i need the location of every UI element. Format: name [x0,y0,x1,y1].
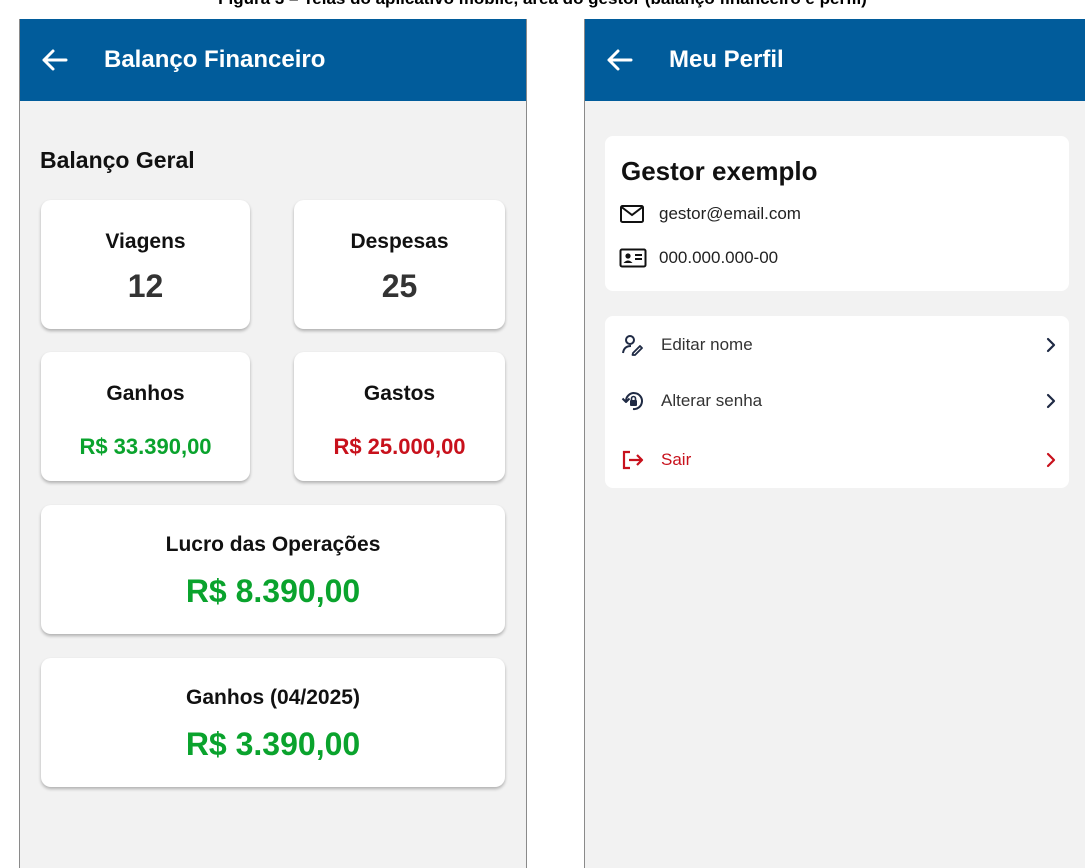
profit-label: Lucro das Operações [165,533,381,556]
email-row: gestor@email.com [619,204,801,224]
expenses-count: 25 [381,268,418,304]
lock-reset-icon [615,389,651,413]
screen-title: Meu Perfil [669,46,784,73]
spending-value: R$ 25.000,00 [333,434,466,459]
profile-screen: Meu Perfil Gestor exemplo gestor@email.c… [584,19,1085,868]
balance-screen: Balanço Financeiro Balanço Geral Viagens… [19,19,527,868]
back-button[interactable] [20,19,80,101]
monthly-earnings-card: Ganhos (04/2025) R$ 3.390,00 [41,658,505,787]
profile-cpf: 000.000.000-00 [659,248,779,267]
profile-menu: Editar nome Alterar senha Sair [605,316,1069,488]
section-title: Balanço Geral [40,147,195,173]
menu-item-label: Editar nome [661,335,753,354]
profit-value: R$ 8.390,00 [185,573,361,609]
earnings-label: Ganhos [106,382,185,405]
cpf-row: 000.000.000-00 [619,248,778,268]
menu-item-change-password[interactable]: Alterar senha [615,381,1061,421]
monthly-earnings-value: R$ 3.390,00 [185,726,361,762]
expenses-card: Despesas 25 [294,200,505,329]
profile-name: Gestor exemplo [621,156,818,186]
id-card-icon [619,248,649,268]
trips-label: Viagens [105,230,186,253]
profit-card: Lucro das Operações R$ 8.390,00 [41,505,505,634]
menu-item-logout[interactable]: Sair [615,440,1061,480]
arrow-left-icon [607,49,633,71]
logout-icon [615,449,651,471]
spending-card: Gastos R$ 25.000,00 [294,352,505,481]
menu-item-edit-name[interactable]: Editar nome [615,325,1061,365]
user-edit-icon [615,334,651,356]
earnings-value: R$ 33.390,00 [79,434,212,459]
chevron-right-icon [1041,337,1061,353]
arrow-left-icon [42,49,68,71]
spending-label: Gastos [363,382,436,405]
menu-item-label: Alterar senha [661,391,763,410]
trips-count: 12 [127,268,164,304]
profile-email: gestor@email.com [659,204,801,223]
menu-item-label: Sair [661,450,692,469]
profile-card: Gestor exemplo gestor@email.com 000.000.… [605,136,1069,291]
chevron-right-icon [1041,452,1061,468]
expenses-label: Despesas [350,230,449,253]
figure-caption: Figura 3 – Telas do aplicativo mobile, á… [0,0,1085,9]
app-bar: Meu Perfil [585,19,1085,101]
trips-card: Viagens 12 [41,200,250,329]
screen-title: Balanço Financeiro [104,46,326,73]
app-bar: Balanço Financeiro [20,19,526,101]
chevron-right-icon [1041,393,1061,409]
monthly-earnings-label: Ganhos (04/2025) [186,686,360,709]
back-button[interactable] [585,19,645,101]
mail-icon [619,204,649,224]
earnings-card: Ganhos R$ 33.390,00 [41,352,250,481]
